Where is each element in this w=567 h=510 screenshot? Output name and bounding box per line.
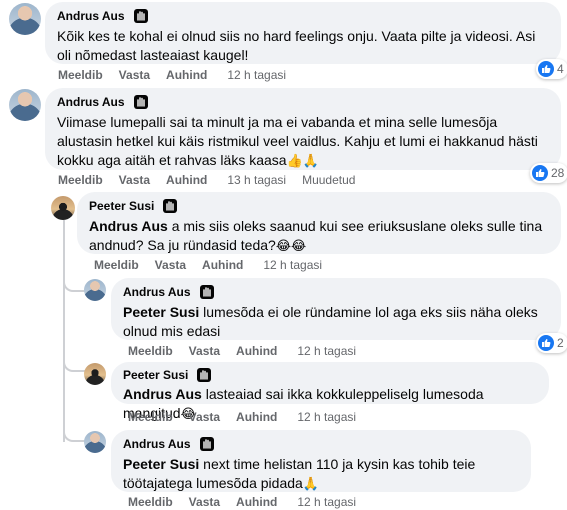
avatar[interactable] bbox=[51, 196, 75, 220]
comment-actions: Meeldib Vasta Auhind 13 h tagasi Muudetu… bbox=[58, 173, 355, 187]
timestamp[interactable]: 12 h tagasi bbox=[263, 258, 322, 272]
waving-hand-icon bbox=[163, 199, 178, 213]
award-button[interactable]: Auhind bbox=[166, 173, 207, 187]
like-icon bbox=[538, 335, 554, 351]
comment-emoji: 😂😂 bbox=[275, 239, 307, 254]
thread-line-main bbox=[63, 220, 65, 442]
comment-actions: Meeldib Vasta Auhind 12 h tagasi bbox=[128, 410, 356, 424]
thread-connector bbox=[63, 276, 85, 292]
award-button[interactable]: Auhind bbox=[236, 344, 277, 358]
waving-hand-icon bbox=[133, 95, 148, 109]
timestamp[interactable]: 12 h tagasi bbox=[227, 68, 286, 82]
author-name[interactable]: Andrus Aus bbox=[57, 8, 125, 24]
mention-link[interactable]: Peeter Susi bbox=[123, 304, 199, 320]
reply-button[interactable]: Vasta bbox=[155, 258, 186, 272]
comment-bubble: Andrus Aus Peeter Susi next time helista… bbox=[111, 430, 531, 492]
reply-button[interactable]: Vasta bbox=[119, 173, 150, 187]
like-button[interactable]: Meeldib bbox=[94, 258, 139, 272]
avatar[interactable] bbox=[84, 363, 106, 385]
like-icon bbox=[538, 61, 554, 77]
award-button[interactable]: Auhind bbox=[236, 495, 277, 509]
timestamp[interactable]: 12 h tagasi bbox=[297, 410, 356, 424]
reply-button[interactable]: Vasta bbox=[119, 68, 150, 82]
reaction-count[interactable]: 28 bbox=[530, 163, 567, 183]
like-button[interactable]: Meeldib bbox=[58, 173, 103, 187]
mention-link[interactable]: Peeter Susi bbox=[123, 456, 199, 472]
author-name[interactable]: Andrus Aus bbox=[123, 284, 191, 300]
like-button[interactable]: Meeldib bbox=[128, 410, 173, 424]
avatar[interactable] bbox=[9, 3, 41, 35]
reaction-number: 28 bbox=[551, 166, 565, 180]
comment-actions: Meeldib Vasta Auhind 12 h tagasi bbox=[94, 258, 322, 272]
mention-link[interactable]: Andrus Aus bbox=[89, 218, 168, 234]
award-button[interactable]: Auhind bbox=[166, 68, 207, 82]
comment-actions: Meeldib Vasta Auhind 12 h tagasi bbox=[58, 68, 286, 82]
author-name[interactable]: Andrus Aus bbox=[123, 436, 191, 452]
waving-hand-icon bbox=[133, 9, 148, 23]
avatar[interactable] bbox=[84, 279, 106, 301]
reaction-number: 2 bbox=[557, 336, 564, 350]
award-button[interactable]: Auhind bbox=[202, 258, 243, 272]
waving-hand-icon bbox=[199, 285, 214, 299]
author-name[interactable]: Andrus Aus bbox=[57, 94, 125, 110]
comment-bubble: Andrus Aus Kõik kes te kohal ei olnud si… bbox=[45, 2, 561, 64]
comment-emoji: 🙏 bbox=[302, 477, 319, 492]
reaction-count[interactable]: 4 bbox=[536, 59, 567, 79]
comment-emoji: 👍🙏 bbox=[286, 154, 319, 169]
reply-button[interactable]: Vasta bbox=[189, 495, 220, 509]
avatar[interactable] bbox=[84, 431, 106, 453]
award-button[interactable]: Auhind bbox=[236, 410, 277, 424]
reaction-count[interactable]: 2 bbox=[536, 333, 567, 353]
waving-hand-icon bbox=[197, 368, 212, 382]
like-button[interactable]: Meeldib bbox=[128, 495, 173, 509]
thread-connector bbox=[63, 356, 85, 372]
timestamp[interactable]: 12 h tagasi bbox=[297, 344, 356, 358]
like-icon bbox=[532, 165, 548, 181]
author-name[interactable]: Peeter Susi bbox=[89, 198, 154, 214]
reply-button[interactable]: Vasta bbox=[189, 344, 220, 358]
like-button[interactable]: Meeldib bbox=[58, 68, 103, 82]
reaction-number: 4 bbox=[557, 62, 564, 76]
comment-text: Kõik kes te kohal ei olnud siis no hard … bbox=[57, 28, 536, 63]
mention-link[interactable]: Andrus Aus bbox=[123, 386, 202, 402]
timestamp[interactable]: 12 h tagasi bbox=[297, 495, 356, 509]
edited-label: Muudetud bbox=[302, 173, 356, 187]
comment-bubble: Peeter Susi Andrus Aus a mis siis oleks … bbox=[77, 192, 561, 254]
comment-actions: Meeldib Vasta Auhind 12 h tagasi bbox=[128, 344, 356, 358]
author-name[interactable]: Peeter Susi bbox=[123, 367, 188, 383]
comment-actions: Meeldib Vasta Auhind 12 h tagasi bbox=[128, 495, 356, 509]
waving-hand-icon bbox=[199, 437, 214, 451]
like-button[interactable]: Meeldib bbox=[128, 344, 173, 358]
comment-bubble: Andrus Aus Viimase lumepalli sai ta minu… bbox=[45, 88, 561, 170]
timestamp[interactable]: 13 h tagasi bbox=[227, 173, 286, 187]
reply-button[interactable]: Vasta bbox=[189, 410, 220, 424]
comment-bubble: Andrus Aus Peeter Susi lumesõda ei ole r… bbox=[111, 278, 561, 340]
avatar[interactable] bbox=[9, 89, 41, 121]
comment-bubble: Peeter Susi Andrus Aus lasteaiad sai ikk… bbox=[111, 362, 549, 422]
thread-connector bbox=[63, 426, 85, 442]
